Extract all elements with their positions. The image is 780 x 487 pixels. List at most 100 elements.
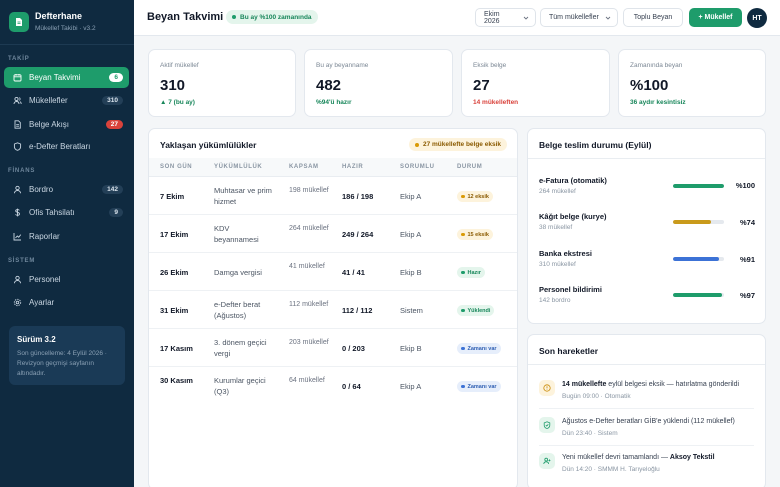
activity-item-title[interactable]: Yeni mükellef devri tamamlandı — Aksoy T… xyxy=(562,454,715,461)
nav-section-finans: FİNANS xyxy=(8,168,36,174)
column-header[interactable]: SORUMLU xyxy=(400,164,435,170)
alert-icon xyxy=(539,380,555,396)
status-text: Zamanı var xyxy=(467,345,497,352)
status-dot-icon xyxy=(461,308,465,313)
sidebar-item-personel[interactable]: Personel xyxy=(4,269,129,290)
table-row[interactable]: 26 Ekim Damga vergisi 41 mükellef 41 / 4… xyxy=(149,253,517,291)
column-header[interactable]: SON GÜN xyxy=(160,164,192,170)
nav-badge: 6 xyxy=(109,73,123,82)
sidebar-item-bordro[interactable]: Bordro 142 xyxy=(4,179,129,200)
table-row[interactable]: 17 Ekim KDV beyannamesi 264 mükellef 249… xyxy=(149,215,517,253)
card-title: Son hareketler xyxy=(539,346,599,356)
column-header[interactable]: DURUM xyxy=(457,164,482,170)
sidebar-item-beyan-takvimi[interactable]: Beyan Takvimi 6 xyxy=(4,67,129,88)
shield-check-icon xyxy=(539,417,555,433)
sidebar-item-label: Mükellefler xyxy=(29,96,68,105)
activity-item-title[interactable]: Ağustos e-Defter beratları GİB'e yüklend… xyxy=(562,418,735,425)
stat-value: 482 xyxy=(316,77,342,94)
activity-bold: 14 mükellefte xyxy=(562,381,607,388)
sidebar-item-e-defter-beratlari[interactable]: e-Defter Beratları xyxy=(4,136,129,157)
sidebar-item-raporlar[interactable]: Raporlar xyxy=(4,226,129,247)
delivery-name: e-Fatura (otomatik) xyxy=(539,176,607,185)
avatar[interactable]: HT xyxy=(747,8,767,28)
sidebar-item-label: Ayarlar xyxy=(29,298,55,307)
status-text: 12 eksik xyxy=(467,193,489,200)
delivery-sub: 264 mükellef xyxy=(539,188,576,195)
table-row[interactable]: 7 Ekim Muhtasar ve prim hizmet 198 mükel… xyxy=(149,177,517,215)
warning-text: 27 mükellefte belge eksik xyxy=(422,141,501,148)
cell-owner: Ekip A xyxy=(400,192,422,201)
activity-meta: Dün 23:40 · Sistem xyxy=(562,430,618,437)
brand[interactable]: Defterhane Mükellef Takibi · v3.2 xyxy=(9,11,96,32)
shield-icon xyxy=(13,142,22,151)
table-header: SON GÜN YÜKÜMLÜLÜK KAPSAM HAZIR SORUMLU … xyxy=(149,158,517,177)
activity-meta: Bugün 09:00 · Otomatik xyxy=(562,393,631,400)
delivery-sub: 310 mükellef xyxy=(539,261,576,268)
divider xyxy=(0,44,134,45)
warning-badge: 27 mükellefte belge eksik xyxy=(408,138,507,151)
progress-fill xyxy=(673,293,723,297)
cell-ready: 0 / 64 xyxy=(342,382,361,391)
cell-scope: 264 mükellef xyxy=(289,225,329,232)
month-select[interactable]: Ekim 2026 xyxy=(475,8,536,27)
activity-card: Son hareketler 14 mükellefte eylül belge… xyxy=(527,334,766,487)
status-text: 15 eksik xyxy=(467,231,489,238)
user-icon xyxy=(13,185,22,194)
stat-sub: %94'ü hazır xyxy=(316,99,352,106)
progress-bar xyxy=(673,220,724,224)
version-description: Son güncelleme: 4 Eylül 2026 · Revizyon … xyxy=(17,350,107,377)
version-box: Sürüm 3.2 Son güncelleme: 4 Eylül 2026 ·… xyxy=(9,326,125,385)
table-row[interactable]: 30 Kasım Kurumlar geçici (Q3) 64 mükelle… xyxy=(149,367,517,405)
table-row[interactable]: 17 Kasım 3. dönem geçici vergi 203 mükel… xyxy=(149,329,517,367)
column-header[interactable]: YÜKÜMLÜLÜK xyxy=(214,164,262,170)
progress-bar xyxy=(673,184,724,188)
column-header[interactable]: KAPSAM xyxy=(289,164,319,170)
delivery-status-card: Belge teslim durumu (Eylül) e-Fatura (ot… xyxy=(527,128,766,324)
gear-icon xyxy=(13,298,22,307)
divider xyxy=(528,158,765,159)
sidebar-item-mukellefler[interactable]: Mükellefler 310 xyxy=(4,90,129,111)
status-dot-icon xyxy=(461,270,465,275)
nav-section-takip: TAKİP xyxy=(8,56,30,62)
sidebar-item-ofis-tahsilati[interactable]: Ofis Tahsilatı 9 xyxy=(4,202,129,223)
status-text: Yüklendi xyxy=(467,307,491,314)
dollar-icon xyxy=(13,208,22,217)
stat-label: Zamanında beyan xyxy=(630,62,683,69)
cell-ready: 0 / 203 xyxy=(342,344,365,353)
cell-date: 31 Ekim xyxy=(160,306,189,315)
sidebar-item-belge-akisi[interactable]: Belge Akışı 27 xyxy=(4,114,129,135)
status-dot-icon xyxy=(232,15,236,19)
table-row[interactable]: 31 Ekim e-Defter berat (Ağustos) 112 mük… xyxy=(149,291,517,329)
taxpayer-select[interactable]: Tüm mükellefler xyxy=(540,8,618,27)
sidebar-item-label: Ofis Tahsilatı xyxy=(29,208,75,217)
cell-obligation: Muhtasar ve prim hizmet xyxy=(214,186,272,206)
activity-bold: Aksoy Tekstil xyxy=(669,454,715,461)
cell-ready: 112 / 112 xyxy=(342,306,373,315)
column-header[interactable]: HAZIR xyxy=(342,164,363,170)
stat-card-missing-documents: Eksik belge 27 14 mükelleften xyxy=(461,49,610,117)
brand-name: Defterhane xyxy=(35,11,83,21)
page-title: Beyan Takvimi xyxy=(147,11,224,23)
cell-obligation: Damga vergisi xyxy=(214,268,262,277)
status-dot-icon xyxy=(461,194,465,199)
cell-ready: 41 / 41 xyxy=(342,268,365,277)
sidebar-item-label: Beyan Takvimi xyxy=(29,73,81,82)
activity-text: eylül belgesi eksik — hatırlatma gönderi… xyxy=(606,381,740,388)
stat-value: 27 xyxy=(473,77,490,94)
cell-owner: Ekip B xyxy=(400,344,422,353)
warning-dot-icon xyxy=(414,142,419,147)
cell-scope: 112 mükellef xyxy=(289,301,329,308)
stat-label: Aktif mükellef xyxy=(160,62,199,69)
cell-obligation: 3. dönem geçici vergi xyxy=(214,338,267,358)
cell-owner: Ekip A xyxy=(400,382,422,391)
nav-badge: 310 xyxy=(102,96,123,105)
status-badge: Yüklendi xyxy=(457,305,495,316)
delivery-sub: 38 mükellef xyxy=(539,224,573,231)
activity-item-title[interactable]: 14 mükellefte eylül belgesi eksik — hatı… xyxy=(562,381,739,388)
status-badge: 12 eksik xyxy=(457,191,493,202)
sidebar-item-ayarlar[interactable]: Ayarlar xyxy=(4,292,129,313)
cell-date: 7 Ekim xyxy=(160,192,185,201)
add-taxpayer-button[interactable]: + Mükellef xyxy=(689,8,742,27)
bulk-declare-button[interactable]: Toplu Beyan xyxy=(623,8,683,27)
status-badge: Zamanı var xyxy=(457,381,501,392)
